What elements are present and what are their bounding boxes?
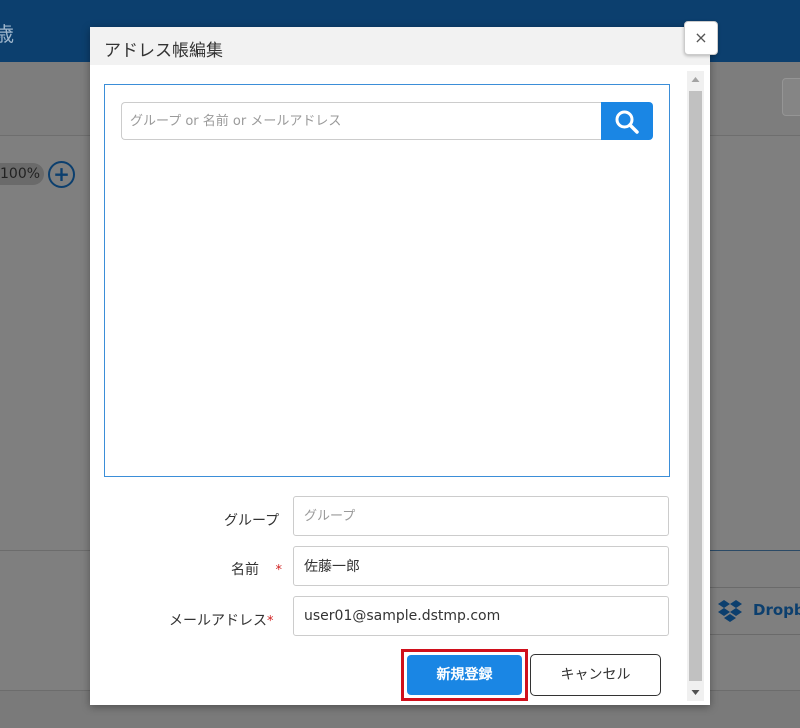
group-field[interactable] [293, 496, 669, 536]
search-input[interactable] [121, 102, 603, 140]
scroll-up-arrow-icon[interactable] [687, 71, 704, 88]
email-field[interactable] [293, 596, 669, 636]
email-label-text: メールアドレス [169, 613, 267, 629]
search-button[interactable] [601, 102, 653, 140]
dialog-titlebar: アドレス帳編集 [90, 27, 710, 65]
cancel-button[interactable]: キャンセル [530, 654, 661, 696]
dropbox-icon [718, 600, 742, 622]
required-mark: * [267, 614, 274, 629]
toolbar-button[interactable] [782, 78, 800, 116]
scrollbar-thumb[interactable] [689, 91, 702, 681]
required-mark: * [275, 563, 282, 578]
dropbox-button[interactable]: Dropbox [706, 587, 800, 635]
email-label: メールアドレス* [169, 610, 274, 630]
divider [710, 550, 800, 551]
group-label: グループ [224, 513, 280, 529]
name-field[interactable] [293, 546, 669, 586]
name-label-text: 名前 [231, 562, 259, 578]
zoom-level: 100% [0, 163, 44, 185]
register-button[interactable]: 新規登録 [407, 655, 522, 695]
address-list-panel [104, 84, 670, 477]
dropbox-label: Dropbox [753, 601, 800, 619]
address-book-dialog: アドレス帳編集 グループ 名前 * メールアドレス* 新規登録 キャンセル [90, 27, 710, 705]
close-icon: × [694, 28, 708, 47]
app-header-title: 歳 [0, 22, 14, 46]
zoom-in-button[interactable]: + [48, 161, 75, 188]
name-label: 名前 * [231, 559, 282, 579]
divider [0, 550, 90, 551]
close-button[interactable]: × [684, 21, 718, 55]
scroll-down-arrow-icon[interactable] [687, 684, 704, 701]
register-button-highlight: 新規登録 [401, 649, 528, 701]
search-icon [615, 110, 639, 134]
dialog-scrollbar[interactable] [687, 71, 704, 701]
dialog-title: アドレス帳編集 [104, 41, 223, 61]
